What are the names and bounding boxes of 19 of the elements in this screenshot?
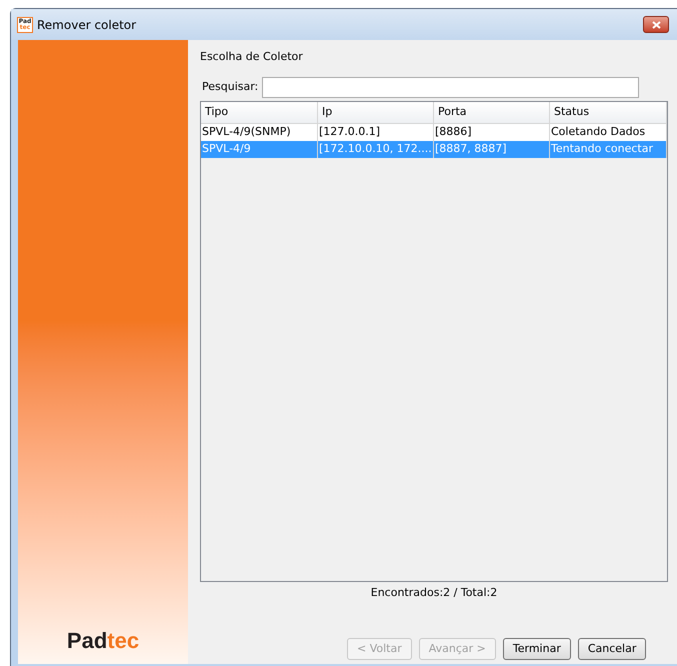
table-cell: [8887, 8887] [434, 140, 550, 158]
logo: Padtec [66, 630, 140, 652]
wizard-button[interactable]: Cancelar [578, 638, 646, 660]
close-button[interactable] [643, 16, 669, 33]
close-icon [652, 20, 660, 28]
table-row[interactable]: SPVL-4/9(SNMP) [127.0.0.1] [8886] Coletando Dados [201, 124, 667, 140]
column-header[interactable]: Ip [318, 102, 434, 122]
search-label: Pesquisar: [202, 78, 258, 95]
table-cell: [172.10.0.10, 172.... [318, 140, 434, 158]
table-cell: SPVL-4/9 [201, 140, 318, 158]
column-header[interactable]: Tipo [201, 102, 318, 122]
wizard-button[interactable]: Terminar [502, 638, 571, 660]
window-title: Remover coletor [37, 16, 136, 34]
column-header[interactable]: Porta [434, 102, 550, 122]
table-cell: Tentando conectar [550, 140, 667, 158]
result-count: Encontrados:2 / Total:2 [370, 584, 498, 600]
section-heading: Escolha de Coletor [200, 49, 304, 65]
column-header[interactable]: Status [550, 102, 667, 122]
search-field[interactable] [262, 76, 640, 98]
